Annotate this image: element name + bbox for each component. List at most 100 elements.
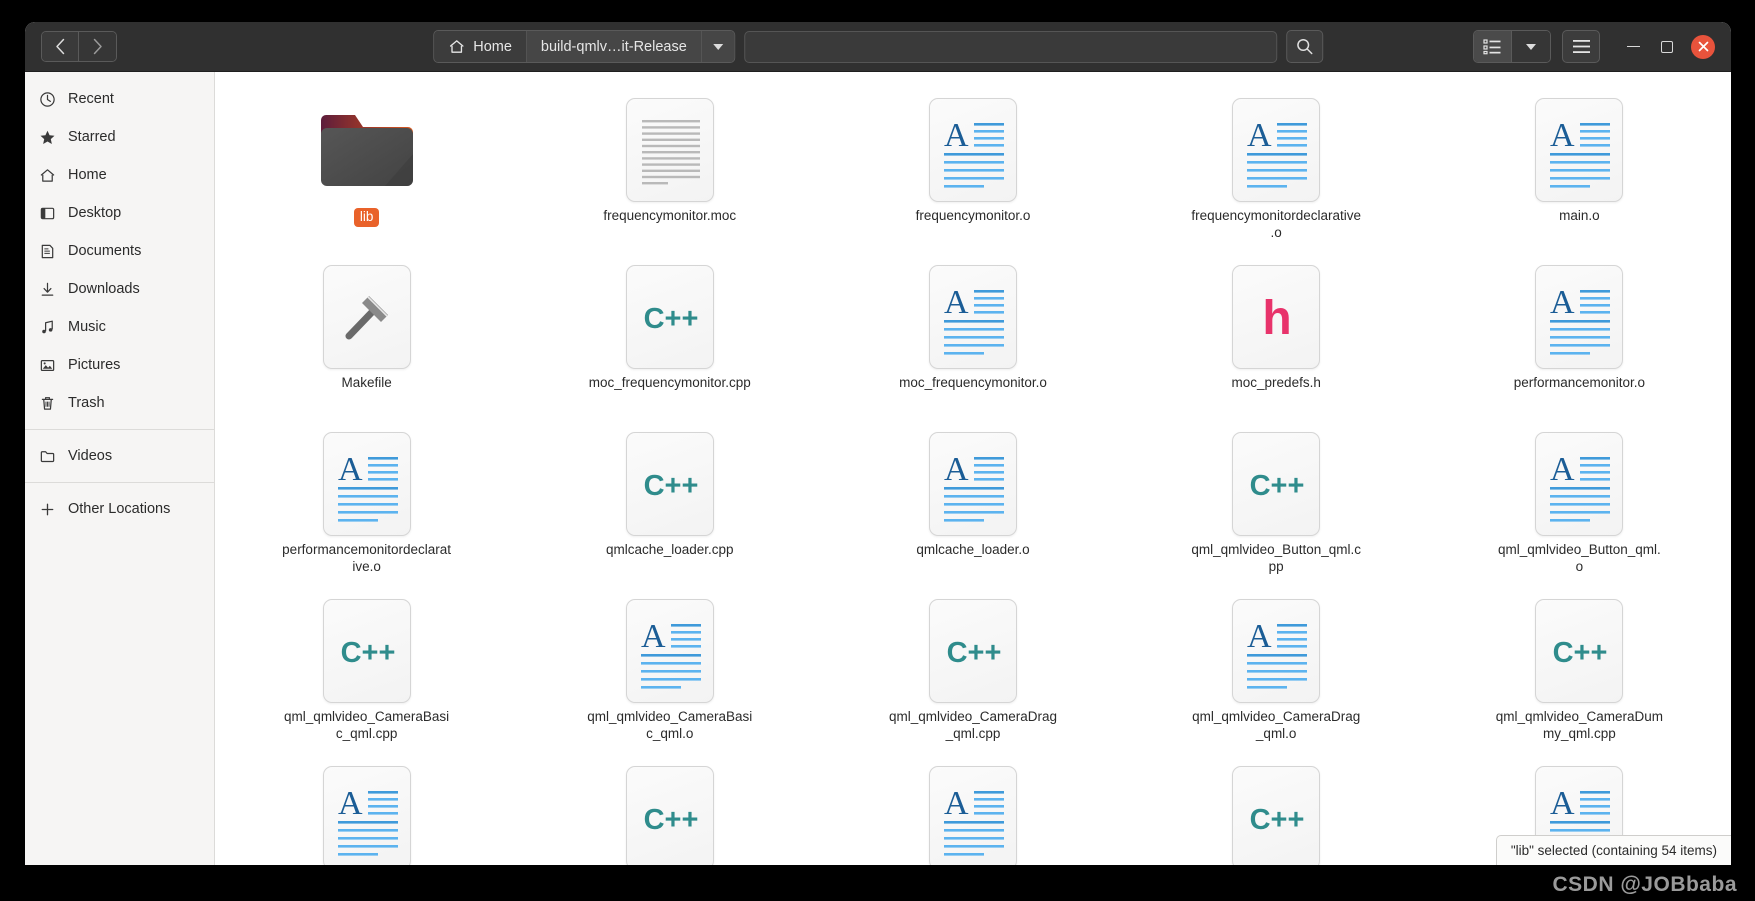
file-icon: A [921, 265, 1025, 369]
file-item[interactable]: A moc_frequencymonitor.o [821, 253, 1124, 420]
list-view-icon [1483, 39, 1501, 55]
document-icon [41, 244, 54, 258]
file-icon: A [1527, 265, 1631, 369]
cpp-source-icon: C++ [643, 303, 698, 335]
file-item[interactable]: lib [215, 86, 518, 253]
file-icon: A [1224, 98, 1328, 202]
path-button-home-label: Home [473, 38, 512, 55]
sidebar-item-recent[interactable]: Recent [25, 80, 214, 118]
file-item[interactable]: A [215, 754, 518, 865]
sidebar-item-starred[interactable]: Starred [25, 118, 214, 156]
file-icon: A [1224, 599, 1328, 703]
cpp-source-icon: C++ [1250, 470, 1305, 502]
sidebar-item-home[interactable]: Home [25, 156, 214, 194]
file-name-label: lib [353, 208, 380, 227]
file-item[interactable]: frequencymonitor.moc [518, 86, 821, 253]
file-icon: C++ [315, 599, 419, 703]
sidebar-item-videos[interactable]: Videos [25, 437, 214, 475]
file-name-label: Makefile [341, 375, 392, 390]
chevron-down-icon [1526, 43, 1536, 50]
file-item[interactable]: C++ qml_qmlvideo_CameraDummy_qml.cpp [1428, 587, 1731, 754]
sidebar-item-label: Videos [68, 448, 113, 464]
cpp-source-icon: C++ [1553, 637, 1608, 669]
path-button-home[interactable]: Home [434, 31, 527, 62]
clock-icon [40, 91, 55, 107]
search-input[interactable] [743, 30, 1277, 63]
sidebar-item-music[interactable]: Music [25, 308, 214, 346]
file-item[interactable]: C++ qml_qmlvideo_CameraDrag_qml.cpp [821, 587, 1124, 754]
sidebar-item-pictures[interactable]: Pictures [25, 346, 214, 384]
minimize-button[interactable] [1625, 38, 1642, 55]
back-button[interactable] [42, 32, 79, 61]
file-icon: C++ [618, 766, 722, 865]
sidebar-item-trash[interactable]: Trash [25, 384, 214, 422]
file-item[interactable]: A performancemonitordeclarative.o [215, 420, 518, 587]
sidebar: Recent Starred Home Desktop Documents Do… [25, 72, 215, 865]
file-icon: A [315, 766, 419, 865]
file-name-label: qml_qmlvideo_CameraBasic_qml.o [587, 709, 753, 741]
picture-icon [40, 359, 55, 371]
file-name-label: moc_frequencymonitor.o [899, 375, 1047, 390]
file-view[interactable]: lib frequencymonitor.moc A frequencymonit… [215, 72, 1731, 865]
sidebar-item-label: Desktop [68, 205, 122, 221]
file-item[interactable]: h moc_predefs.h [1125, 253, 1428, 420]
sidebar-item-other-locations[interactable]: Other Locations [25, 490, 214, 528]
file-item[interactable]: C++ qml_qmlvideo_Button_qml.cpp [1125, 420, 1428, 587]
file-item[interactable]: A qml_qmlvideo_Button_qml.o [1428, 420, 1731, 587]
file-item[interactable]: Makefile [215, 253, 518, 420]
path-dropdown-button[interactable] [701, 31, 734, 62]
sidebar-item-label: Starred [68, 129, 116, 145]
maximize-button[interactable] [1658, 38, 1675, 55]
chevron-right-icon [93, 38, 102, 55]
sidebar-item-desktop[interactable]: Desktop [25, 194, 214, 232]
svg-text:C++: C++ [1250, 470, 1305, 502]
sidebar-divider [25, 429, 214, 430]
svg-text:A: A [338, 451, 363, 488]
file-item[interactable]: A [821, 754, 1124, 865]
file-item[interactable]: C++ qml_qmlvideo_CameraBasic_qml.cpp [215, 587, 518, 754]
cpp-source-icon: C++ [643, 470, 698, 502]
forward-button[interactable] [79, 32, 116, 61]
file-icon: A [921, 766, 1025, 865]
text-document-icon: A [1247, 618, 1308, 689]
file-name-label: frequencymonitordeclarative.o [1191, 208, 1361, 240]
text-document-icon: A [1550, 451, 1611, 522]
cpp-source-icon: C++ [947, 637, 1002, 669]
file-item[interactable]: C++ [518, 754, 821, 865]
star-icon [40, 130, 55, 144]
file-item[interactable]: A performancemonitor.o [1428, 253, 1731, 420]
file-name-label: frequencymonitor.moc [603, 208, 737, 223]
text-document-icon: A [943, 785, 1004, 856]
search-button[interactable] [1285, 30, 1323, 63]
file-icon: C++ [1224, 432, 1328, 536]
file-icon [315, 265, 419, 369]
file-item[interactable]: C++ qmlcache_loader.cpp [518, 420, 821, 587]
file-item[interactable]: A qml_qmlvideo_CameraBasic_qml.o [518, 587, 821, 754]
sidebar-item-documents[interactable]: Documents [25, 232, 214, 270]
svg-text:A: A [1550, 451, 1575, 488]
path-button-current[interactable]: build-qmlv…it-Release [526, 31, 702, 62]
file-item[interactable]: A qmlcache_loader.o [821, 420, 1124, 587]
cpp-source-icon: C++ [1250, 804, 1305, 836]
view-mode-group [1473, 30, 1551, 63]
file-icon [315, 98, 419, 202]
chevron-left-icon [55, 38, 64, 55]
file-manager-window: Home build-qmlv…it-Release Recent Starre… [25, 22, 1731, 865]
file-item[interactable]: C++ moc_frequencymonitor.cpp [518, 253, 821, 420]
close-button[interactable] [1691, 34, 1715, 59]
svg-text:A: A [1247, 618, 1272, 655]
main-menu-button[interactable] [1562, 30, 1600, 63]
text-document-icon: A [640, 618, 701, 689]
list-view-button[interactable] [1474, 31, 1512, 62]
file-item[interactable]: A qml_qmlvideo_CameraDrag_qml.o [1125, 587, 1428, 754]
file-item[interactable]: A frequencymonitordeclarative.o [1125, 86, 1428, 253]
home-icon [449, 40, 464, 53]
file-item[interactable]: A main.o [1428, 86, 1731, 253]
view-options-button[interactable] [1512, 31, 1550, 62]
svg-text:A: A [338, 785, 363, 822]
path-bar: Home build-qmlv…it-Release [433, 30, 735, 63]
file-item[interactable]: A frequencymonitor.o [821, 86, 1124, 253]
sidebar-item-downloads[interactable]: Downloads [25, 270, 214, 308]
file-icon: A [921, 98, 1025, 202]
file-item[interactable]: C++ [1125, 754, 1428, 865]
